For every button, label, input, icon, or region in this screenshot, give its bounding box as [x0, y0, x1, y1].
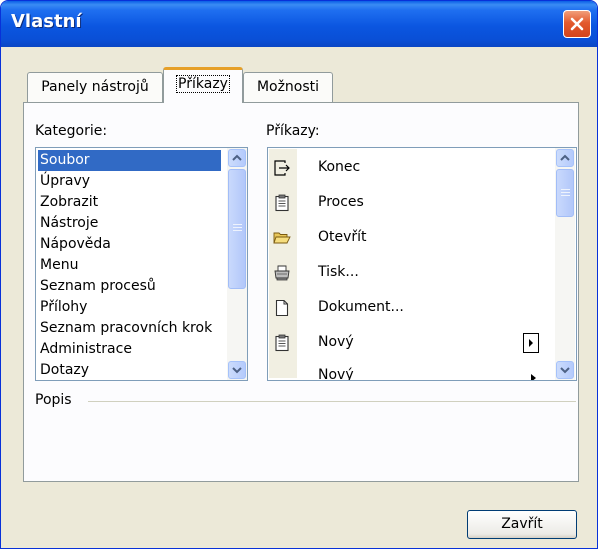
list-item-kategorie[interactable]: Úpravy: [38, 171, 90, 192]
open-folder-icon: [273, 232, 291, 244]
list-item-prikaz[interactable]: Tisk...: [268, 256, 546, 291]
scroll-thumb[interactable]: [228, 169, 246, 289]
prikazy-listbox[interactable]: Konec Proces Otevřít Tisk... Dokument...…: [267, 147, 577, 381]
title-bar[interactable]: Vlastní: [1, 1, 597, 47]
scroll-down-button[interactable]: [556, 361, 574, 379]
scroll-up-button[interactable]: [556, 149, 574, 167]
dialog-window: Vlastní Panely nástrojů Příkazy Možnosti…: [0, 0, 598, 549]
list-item-kategorie[interactable]: Seznam procesů: [38, 276, 156, 297]
triangle-right-icon: [529, 339, 533, 347]
chevron-up-icon: [560, 154, 570, 161]
scroll-thumb[interactable]: [556, 169, 574, 217]
document-icon: [275, 299, 289, 317]
clipboard-icon: [275, 194, 289, 212]
scroll-grip: [561, 189, 570, 190]
prikazy-scrollbar[interactable]: [555, 148, 575, 380]
prikazy-label: Příkazy:: [266, 123, 320, 139]
chevron-down-icon: [560, 367, 570, 374]
zavrit-button[interactable]: Zavřít: [467, 510, 577, 539]
scroll-grip: [561, 195, 570, 196]
list-item-kategorie[interactable]: Dotazy: [38, 360, 89, 380]
kategorie-label: Kategorie:: [35, 123, 108, 139]
triangle-right-icon: [531, 374, 536, 380]
tab-panel-prikazy: Kategorie: Soubor Úpravy Zobrazit Nástro…: [23, 102, 579, 482]
list-item-prikaz[interactable]: Nový: [268, 361, 546, 380]
scroll-grip: [233, 227, 242, 228]
chevron-up-icon: [232, 154, 242, 161]
kategorie-listbox[interactable]: Soubor Úpravy Zobrazit Nástroje Nápověda…: [35, 147, 248, 381]
close-icon: [570, 17, 584, 31]
list-item-prikaz[interactable]: Dokument...: [268, 291, 546, 326]
scroll-grip: [233, 224, 242, 225]
list-item-prikaz[interactable]: Proces: [268, 186, 546, 221]
scroll-up-button[interactable]: [228, 149, 246, 167]
window-title: Vlastní: [11, 11, 82, 32]
list-item-kategorie[interactable]: Nápověda: [38, 234, 111, 255]
chevron-down-icon: [232, 367, 242, 374]
close-button[interactable]: [563, 10, 591, 38]
printer-icon: [274, 265, 290, 281]
list-item-kategorie[interactable]: Zobrazit: [38, 192, 98, 213]
list-item-kategorie[interactable]: Soubor: [38, 150, 221, 171]
popis-label: Popis: [35, 392, 72, 408]
submenu-button[interactable]: [523, 333, 539, 353]
tab-panely-nastroju[interactable]: Panely nástrojů: [27, 72, 163, 102]
scroll-down-button[interactable]: [228, 361, 246, 379]
list-item-kategorie[interactable]: Seznam pracovních krok: [38, 318, 221, 339]
tab-prikazy[interactable]: Příkazy: [163, 67, 243, 103]
list-item-kategorie[interactable]: Administrace: [38, 339, 132, 360]
popis-groupline: [88, 401, 576, 402]
scroll-grip: [561, 192, 570, 193]
list-item-kategorie[interactable]: Menu: [38, 255, 78, 276]
clipboard-icon: [275, 334, 289, 352]
scroll-grip: [233, 230, 242, 231]
tab-moznosti[interactable]: Možnosti: [243, 72, 333, 102]
list-item-prikaz[interactable]: Nový: [268, 326, 546, 361]
list-item-kategorie[interactable]: Přílohy: [38, 297, 87, 318]
list-item-prikaz[interactable]: Otevřít: [268, 221, 546, 256]
kategorie-scrollbar[interactable]: [227, 148, 247, 380]
exit-icon: [274, 160, 290, 176]
list-item-prikaz[interactable]: Konec: [268, 151, 546, 186]
list-item-kategorie[interactable]: Nástroje: [38, 213, 98, 234]
